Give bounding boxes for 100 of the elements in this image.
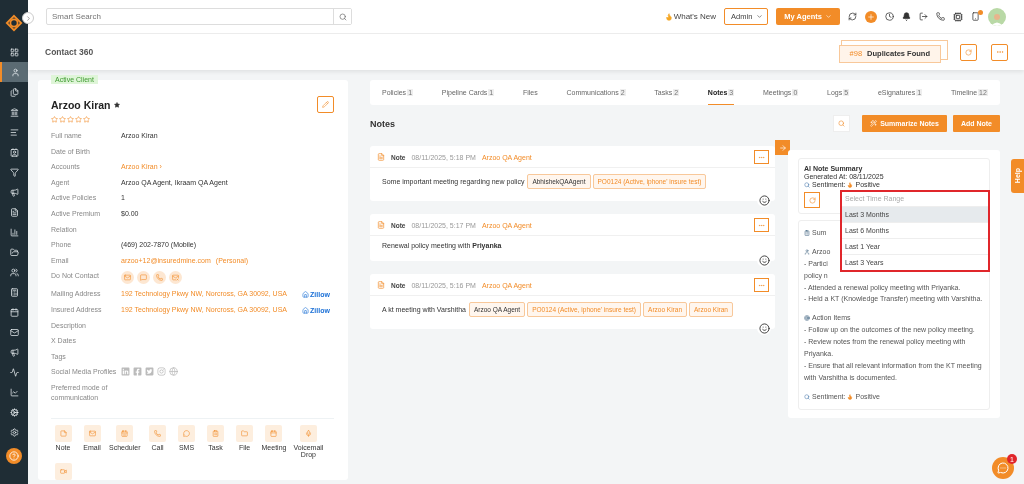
edit-button[interactable] xyxy=(317,96,334,113)
section-title: Notes xyxy=(370,118,396,129)
video-icon xyxy=(59,468,67,475)
megaphone-icon xyxy=(9,187,19,197)
avatar[interactable] xyxy=(988,7,1006,26)
more-icon xyxy=(995,48,1004,56)
line-chart-icon xyxy=(9,387,19,397)
megaphone-icon xyxy=(9,347,19,357)
search-bar[interactable]: Smart Search xyxy=(46,8,352,25)
more-button[interactable] xyxy=(754,278,769,292)
action-icon xyxy=(212,429,220,437)
add-icon[interactable] xyxy=(865,10,877,23)
action-button[interactable] xyxy=(54,463,72,480)
activity-icon xyxy=(9,367,19,377)
whats-new-button[interactable]: What's New xyxy=(664,12,717,21)
logout-icon[interactable] xyxy=(919,12,928,21)
action-icon xyxy=(121,429,129,437)
clipboard-icon xyxy=(804,229,810,236)
smiley-icon xyxy=(758,194,770,206)
collapse-button[interactable] xyxy=(775,140,790,155)
action-button[interactable] xyxy=(265,424,283,442)
smiley-icon xyxy=(758,322,770,334)
emoji-button[interactable] xyxy=(757,321,771,335)
action-icon xyxy=(304,429,312,437)
contact-card-icon xyxy=(9,147,19,157)
action-button[interactable] xyxy=(116,424,134,442)
arrow-icon xyxy=(778,143,787,152)
search-button[interactable] xyxy=(833,115,851,132)
star-icon[interactable] xyxy=(113,101,120,108)
chat-icon[interactable] xyxy=(137,271,150,285)
user-icon xyxy=(10,67,20,77)
chevron-icon xyxy=(24,14,32,22)
twitter-icon[interactable] xyxy=(145,367,154,377)
note-icon xyxy=(377,221,385,229)
search-icon xyxy=(838,120,846,127)
flame-icon xyxy=(664,12,673,21)
note-icon xyxy=(377,153,385,161)
flame-icon xyxy=(847,181,854,188)
caret-icon xyxy=(756,13,764,20)
home-icon xyxy=(302,290,309,298)
caret-icon xyxy=(825,13,832,20)
action-icon xyxy=(270,429,278,437)
action-button[interactable] xyxy=(83,424,101,442)
target-icon xyxy=(804,315,810,322)
files-icon xyxy=(9,87,19,97)
facebook-icon[interactable] xyxy=(133,367,142,377)
filter-icon xyxy=(9,167,19,177)
more-button[interactable] xyxy=(754,218,769,232)
action-icon xyxy=(183,429,191,437)
pencil-icon xyxy=(322,101,329,108)
action-icon xyxy=(154,429,162,437)
person-icon xyxy=(804,248,810,255)
instagram-icon[interactable] xyxy=(157,367,166,377)
search-icon xyxy=(338,12,347,21)
home-icon xyxy=(302,306,309,314)
folder-icon xyxy=(9,247,19,257)
globe-icon[interactable] xyxy=(169,367,178,377)
more-button[interactable] xyxy=(754,150,769,164)
flame-icon xyxy=(847,393,854,400)
document-icon xyxy=(9,207,19,217)
action-button[interactable] xyxy=(54,424,72,442)
help-icon xyxy=(9,451,19,461)
mail-blocked-icon[interactable] xyxy=(169,271,182,285)
email-icon[interactable] xyxy=(121,271,134,285)
list-icon xyxy=(9,127,19,137)
grid-icon xyxy=(9,47,19,57)
action-icon xyxy=(88,429,96,437)
clock-icon[interactable] xyxy=(885,12,894,21)
refresh-button[interactable] xyxy=(960,43,977,61)
refresh-button[interactable] xyxy=(804,192,820,208)
smiley-icon xyxy=(758,254,770,266)
gears-icon xyxy=(9,407,19,417)
emoji-button[interactable] xyxy=(757,193,771,207)
wand-icon xyxy=(870,120,878,127)
action-button[interactable] xyxy=(236,424,254,442)
settings-icon xyxy=(9,427,19,437)
search-field[interactable]: Smart Search xyxy=(47,9,333,24)
refresh-icon xyxy=(808,196,816,204)
chat-icon xyxy=(997,462,1009,474)
action-icon xyxy=(59,429,67,437)
refresh-icon[interactable] xyxy=(848,12,857,21)
help-button[interactable] xyxy=(6,448,22,464)
search-icon xyxy=(804,393,810,400)
bell-icon[interactable] xyxy=(902,12,911,21)
emoji-button[interactable] xyxy=(757,253,771,267)
action-button[interactable] xyxy=(207,424,225,442)
phone-icon[interactable] xyxy=(936,12,945,21)
action-button[interactable] xyxy=(178,424,196,442)
logo-icon xyxy=(5,14,23,32)
action-button[interactable] xyxy=(149,424,167,442)
users-icon xyxy=(9,267,19,277)
chip-icon[interactable] xyxy=(953,11,963,22)
calendar-icon xyxy=(9,307,19,317)
linkedin-icon[interactable] xyxy=(121,367,130,377)
action-icon xyxy=(241,429,249,437)
search-icon xyxy=(804,181,810,188)
mobile-icon[interactable] xyxy=(971,12,980,21)
search-button[interactable] xyxy=(333,9,351,24)
action-button[interactable] xyxy=(299,424,317,442)
more-button[interactable] xyxy=(991,43,1008,61)
